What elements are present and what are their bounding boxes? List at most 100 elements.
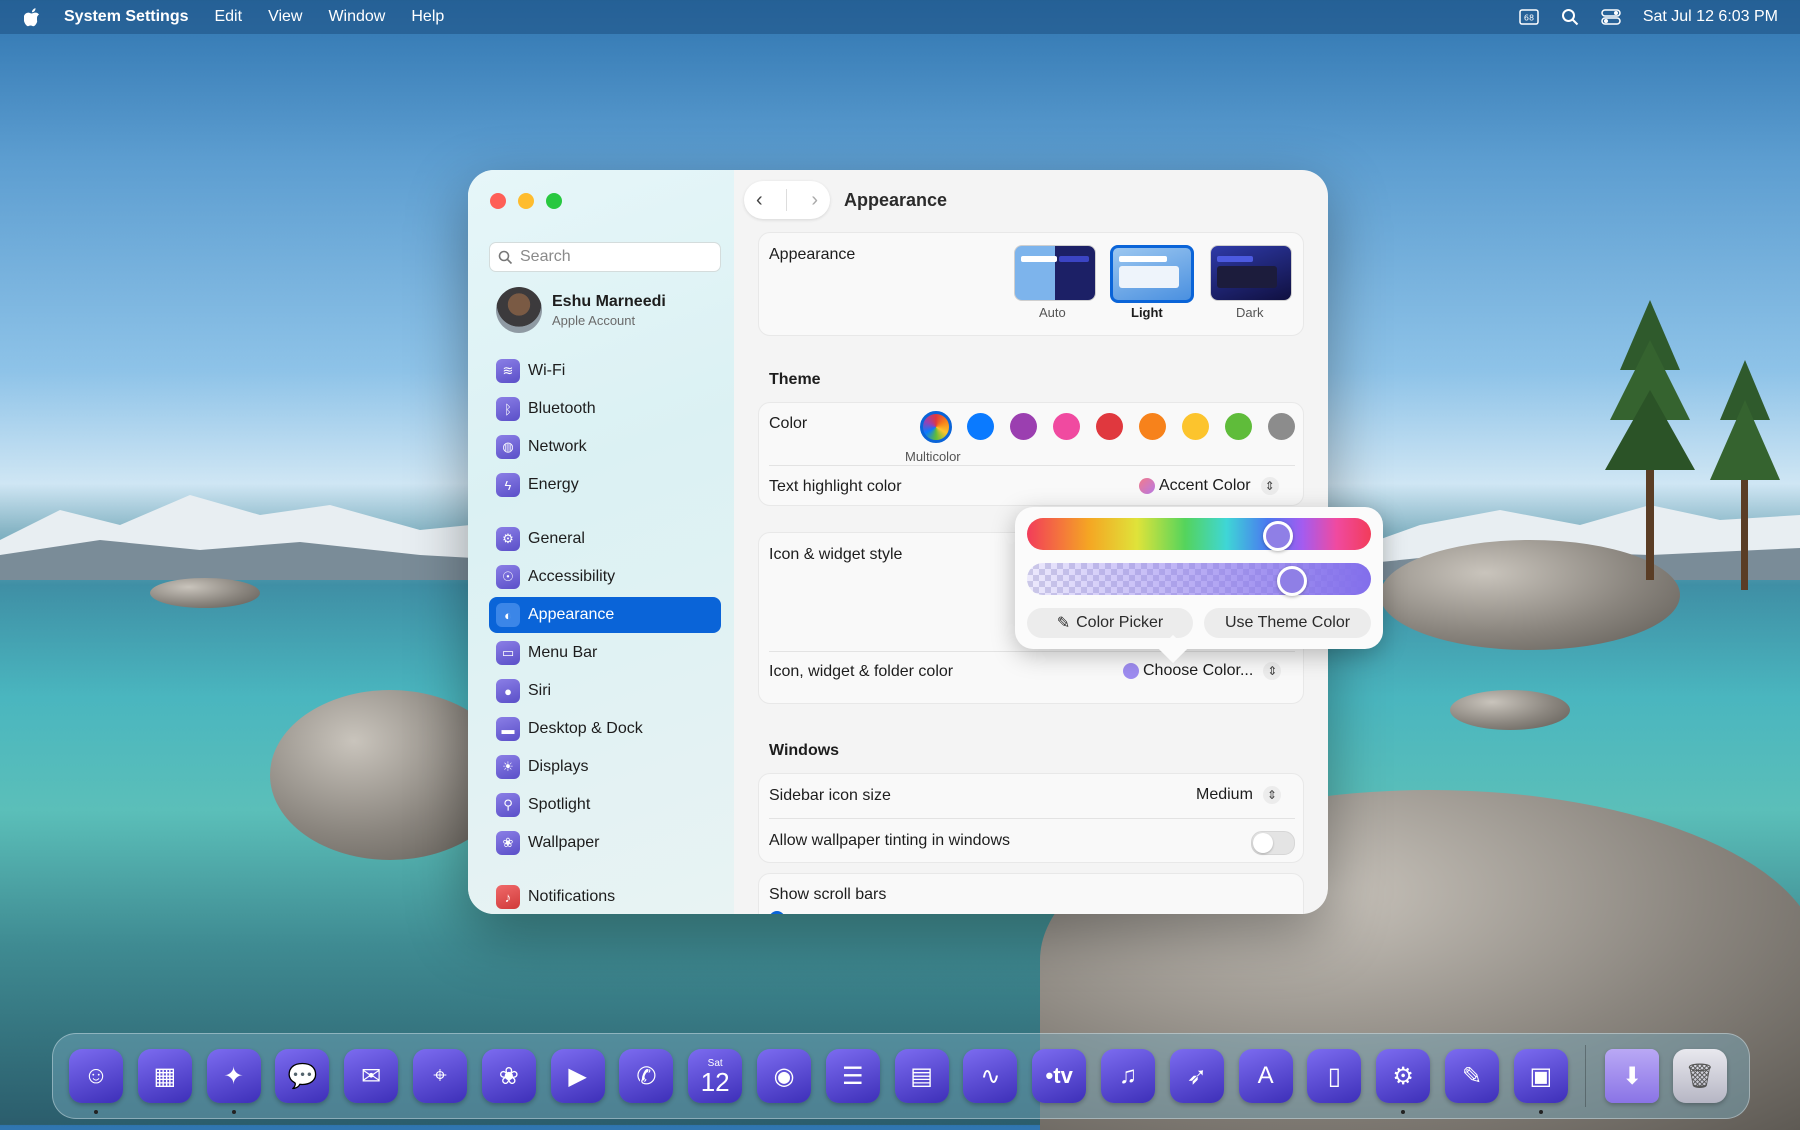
- maps-icon[interactable]: ⌖: [413, 1049, 467, 1103]
- phone-icon[interactable]: ✆: [619, 1049, 674, 1103]
- sidebar-item-appearance[interactable]: ◐ Appearance: [489, 597, 721, 633]
- sidebar-item-wifi[interactable]: ≋ Wi-Fi: [489, 353, 721, 389]
- close-button[interactable]: [490, 193, 506, 209]
- color-swatch-green[interactable]: [1225, 413, 1252, 440]
- appearance-option-light[interactable]: [1110, 245, 1194, 303]
- menubar-clock[interactable]: Sat Jul 12 6:03 PM: [1643, 8, 1778, 26]
- reminders-icon[interactable]: ☰: [825, 1049, 880, 1103]
- running-indicator: [1538, 1110, 1543, 1114]
- window-controls: [490, 193, 562, 209]
- color-swatch-purple[interactable]: [1010, 413, 1037, 440]
- control-center-icon[interactable]: [1601, 9, 1621, 25]
- icon-folder-color-value: Choose Color...: [1143, 662, 1254, 679]
- sidebar-item-label: Displays: [528, 758, 589, 775]
- windows-section-title: Windows: [769, 742, 840, 759]
- search-icon: [498, 250, 513, 264]
- sidebar-item-bluetooth[interactable]: ᛒ Bluetooth: [489, 391, 721, 427]
- hue-slider[interactable]: [1027, 518, 1371, 551]
- sidebar-item-accessibility[interactable]: ☉ Accessibility: [489, 559, 721, 595]
- sidebar-item-network[interactable]: ◍ Network: [489, 429, 721, 465]
- sidebar-item-notifications[interactable]: ♪ Notifications: [489, 879, 721, 914]
- music-icon[interactable]: ♫: [1101, 1049, 1155, 1103]
- pages-icon[interactable]: ✎: [1445, 1049, 1499, 1103]
- sidebar-item-desktop-dock[interactable]: ▬ Desktop & Dock: [489, 711, 721, 747]
- sidebar-item-siri[interactable]: ● Siri: [489, 673, 721, 709]
- trash-icon[interactable]: 🗑: [1673, 1049, 1727, 1103]
- apple-account[interactable]: Eshu Marneedi Apple Account: [496, 287, 666, 333]
- wallpaper-tinting-label: Allow wallpaper tinting in windows: [769, 832, 1011, 849]
- use-theme-color-label: Use Theme Color: [1224, 614, 1351, 631]
- running-indicator: [231, 1110, 236, 1114]
- spotlight-search-icon[interactable]: [1561, 8, 1579, 26]
- color-swatch-multicolor[interactable]: [920, 411, 952, 443]
- back-button[interactable]: ‹: [756, 189, 763, 212]
- tv-label: •tv: [1045, 1063, 1073, 1088]
- sidebar-item-wallpaper[interactable]: ❀ Wallpaper: [489, 825, 721, 861]
- tv-icon[interactable]: •tv: [1032, 1049, 1087, 1103]
- pine-tree: [1710, 360, 1780, 590]
- contacts-icon[interactable]: ◉: [757, 1049, 811, 1103]
- sidebar: Eshu Marneedi Apple Account ≋ Wi-Fi ᛒ Blue…: [468, 170, 734, 914]
- minimize-button[interactable]: [518, 193, 534, 209]
- eyedropper-icon: ✎: [1056, 615, 1071, 632]
- keynote-icon[interactable]: ▣: [1513, 1049, 1568, 1103]
- appearance-label: Appearance: [769, 246, 856, 263]
- flower-icon: ❀: [496, 831, 520, 855]
- sidebar-item-menu-bar[interactable]: ▭ Menu Bar: [489, 635, 721, 671]
- account-name: Eshu Marneedi: [552, 292, 666, 310]
- color-swatch-blue[interactable]: [967, 413, 994, 440]
- sidebar-item-label: Bluetooth: [528, 400, 596, 417]
- settings-icon[interactable]: ⚙: [1376, 1049, 1431, 1103]
- screen-mirroring-icon[interactable]: 68: [1519, 9, 1539, 25]
- menu-view[interactable]: View: [268, 8, 302, 26]
- menubar-icon: ▭: [496, 641, 520, 665]
- color-swatch-graphite[interactable]: [1268, 413, 1295, 440]
- opacity-slider-knob[interactable]: [1276, 566, 1307, 596]
- wallpaper-tinting-toggle[interactable]: [1251, 831, 1295, 855]
- menu-app-name[interactable]: System Settings: [64, 8, 188, 26]
- accent-color-dot: [1139, 478, 1155, 494]
- sidebar-item-energy[interactable]: ϟ Energy: [489, 467, 721, 503]
- color-swatch-red[interactable]: [1096, 413, 1123, 440]
- zoom-button[interactable]: [546, 193, 562, 209]
- appstore-icon[interactable]: A: [1238, 1049, 1293, 1103]
- mail-icon[interactable]: ✉: [344, 1049, 399, 1103]
- text-highlight-popup[interactable]: Accent Color ⇕: [1139, 477, 1279, 495]
- menu-window[interactable]: Window: [328, 8, 385, 26]
- apple-menu[interactable]: [0, 7, 64, 27]
- hue-slider-knob[interactable]: [1263, 521, 1294, 551]
- facetime-icon[interactable]: ▶: [550, 1049, 605, 1103]
- launchpad-icon[interactable]: ▦: [137, 1049, 192, 1103]
- freeform-icon[interactable]: ∿: [963, 1049, 1018, 1103]
- iphone-mirroring-icon[interactable]: ▯: [1307, 1049, 1362, 1103]
- bolt-icon: ϟ: [496, 473, 520, 497]
- appearance-option-dark[interactable]: [1210, 245, 1292, 301]
- notes-icon[interactable]: ▤: [894, 1049, 949, 1103]
- menu-edit[interactable]: Edit: [214, 8, 242, 26]
- calendar-icon[interactable]: Sat 12: [688, 1049, 743, 1103]
- search-input[interactable]: [518, 247, 712, 267]
- sidebar-item-spotlight[interactable]: ⚲ Spotlight: [489, 787, 721, 823]
- sidebar-item-displays[interactable]: ☀ Displays: [489, 749, 721, 785]
- launcher-icon[interactable]: ➶: [1169, 1049, 1224, 1103]
- downloads-folder-icon[interactable]: ⬇: [1605, 1049, 1659, 1103]
- sidebar-icon-size-popup[interactable]: Medium ⇕: [1196, 786, 1281, 804]
- use-theme-color-button[interactable]: Use Theme Color: [1204, 608, 1371, 638]
- menu-help[interactable]: Help: [411, 8, 444, 26]
- color-swatch-yellow[interactable]: [1182, 413, 1209, 440]
- color-swatch-pink[interactable]: [1053, 413, 1080, 440]
- forward-button[interactable]: ›: [811, 189, 818, 212]
- color-picker-button[interactable]: ✎ Color Picker: [1027, 608, 1193, 638]
- messages-icon[interactable]: 💬: [275, 1049, 330, 1103]
- opacity-slider[interactable]: [1027, 563, 1371, 596]
- safari-icon[interactable]: ✦: [206, 1049, 261, 1103]
- finder-icon[interactable]: ☺: [69, 1049, 123, 1103]
- appearance-option-light-label: Light: [1131, 305, 1163, 320]
- boulder: [150, 578, 260, 608]
- sidebar-item-general[interactable]: ⚙ General: [489, 521, 721, 557]
- appearance-option-auto[interactable]: [1014, 245, 1096, 301]
- icon-folder-color-popup[interactable]: Choose Color... ⇕: [1123, 662, 1282, 680]
- photos-icon[interactable]: ❀: [481, 1049, 536, 1103]
- radio-button[interactable]: [769, 911, 785, 914]
- color-swatch-orange[interactable]: [1139, 413, 1166, 440]
